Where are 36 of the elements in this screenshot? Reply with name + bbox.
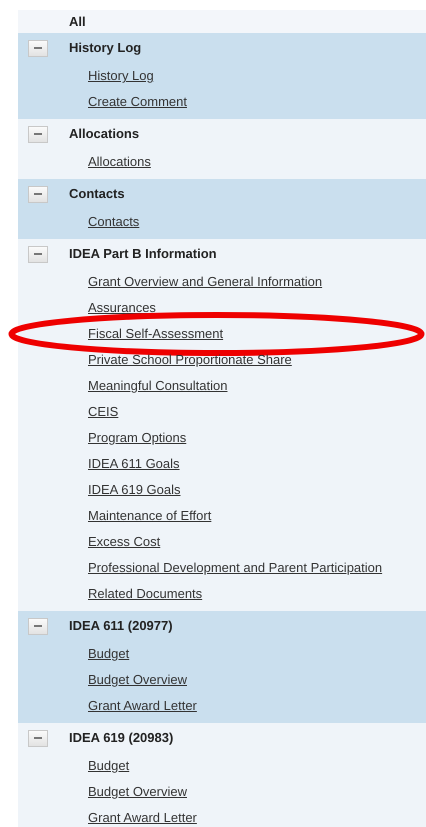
group-title: Contacts	[69, 185, 125, 204]
nav-link[interactable]: Related Documents	[88, 584, 202, 604]
nav-link[interactable]: Grant Overview and General Information	[88, 272, 322, 292]
nav-link[interactable]: Assurances	[88, 298, 156, 318]
nav-link[interactable]: Program Options	[88, 428, 186, 448]
nav-link[interactable]: Contacts	[88, 212, 140, 232]
tree-root-label[interactable]: All	[69, 12, 86, 32]
nav-link[interactable]: Budget Overview	[88, 670, 187, 690]
collapse-button[interactable]	[28, 40, 48, 56]
collapse-button[interactable]	[28, 126, 48, 142]
group-title: IDEA 611 (20977)	[69, 617, 173, 636]
nav-link[interactable]: Grant Award Letter	[88, 808, 197, 827]
nav-link[interactable]: CEIS	[88, 402, 118, 422]
nav-link[interactable]: Maintenance of Effort	[88, 506, 212, 526]
nav-link[interactable]: IDEA 619 Goals	[88, 480, 180, 500]
nav-link[interactable]: Create Comment	[88, 92, 187, 112]
nav-link[interactable]: Meaningful Consultation	[88, 376, 228, 396]
nav-link[interactable]: Budget Overview	[88, 782, 187, 802]
nav-link[interactable]: IDEA 611 Goals	[88, 454, 180, 474]
group-title: Allocations	[69, 125, 140, 144]
nav-link[interactable]: Allocations	[88, 152, 151, 172]
nav-link[interactable]: Professional Development and Parent Participation	[88, 558, 382, 578]
collapse-button[interactable]	[28, 186, 48, 202]
collapse-button[interactable]	[28, 618, 48, 634]
nav-link[interactable]: Fiscal Self-Assessment	[88, 324, 224, 344]
nav-link[interactable]: Budget	[88, 644, 130, 664]
nav-link[interactable]: Budget	[88, 756, 130, 776]
group-title: History Log	[69, 39, 142, 58]
group-title: IDEA Part B Information	[69, 245, 217, 264]
collapse-button[interactable]	[28, 246, 48, 262]
nav-link[interactable]: Excess Cost	[88, 532, 160, 552]
collapse-button[interactable]	[28, 730, 48, 746]
group-title: IDEA 619 (20983)	[69, 729, 174, 748]
nav-link[interactable]: Private School Proportionate Share	[88, 350, 292, 370]
nav-link[interactable]: History Log	[88, 66, 154, 86]
nav-link[interactable]: Grant Award Letter	[88, 696, 197, 716]
